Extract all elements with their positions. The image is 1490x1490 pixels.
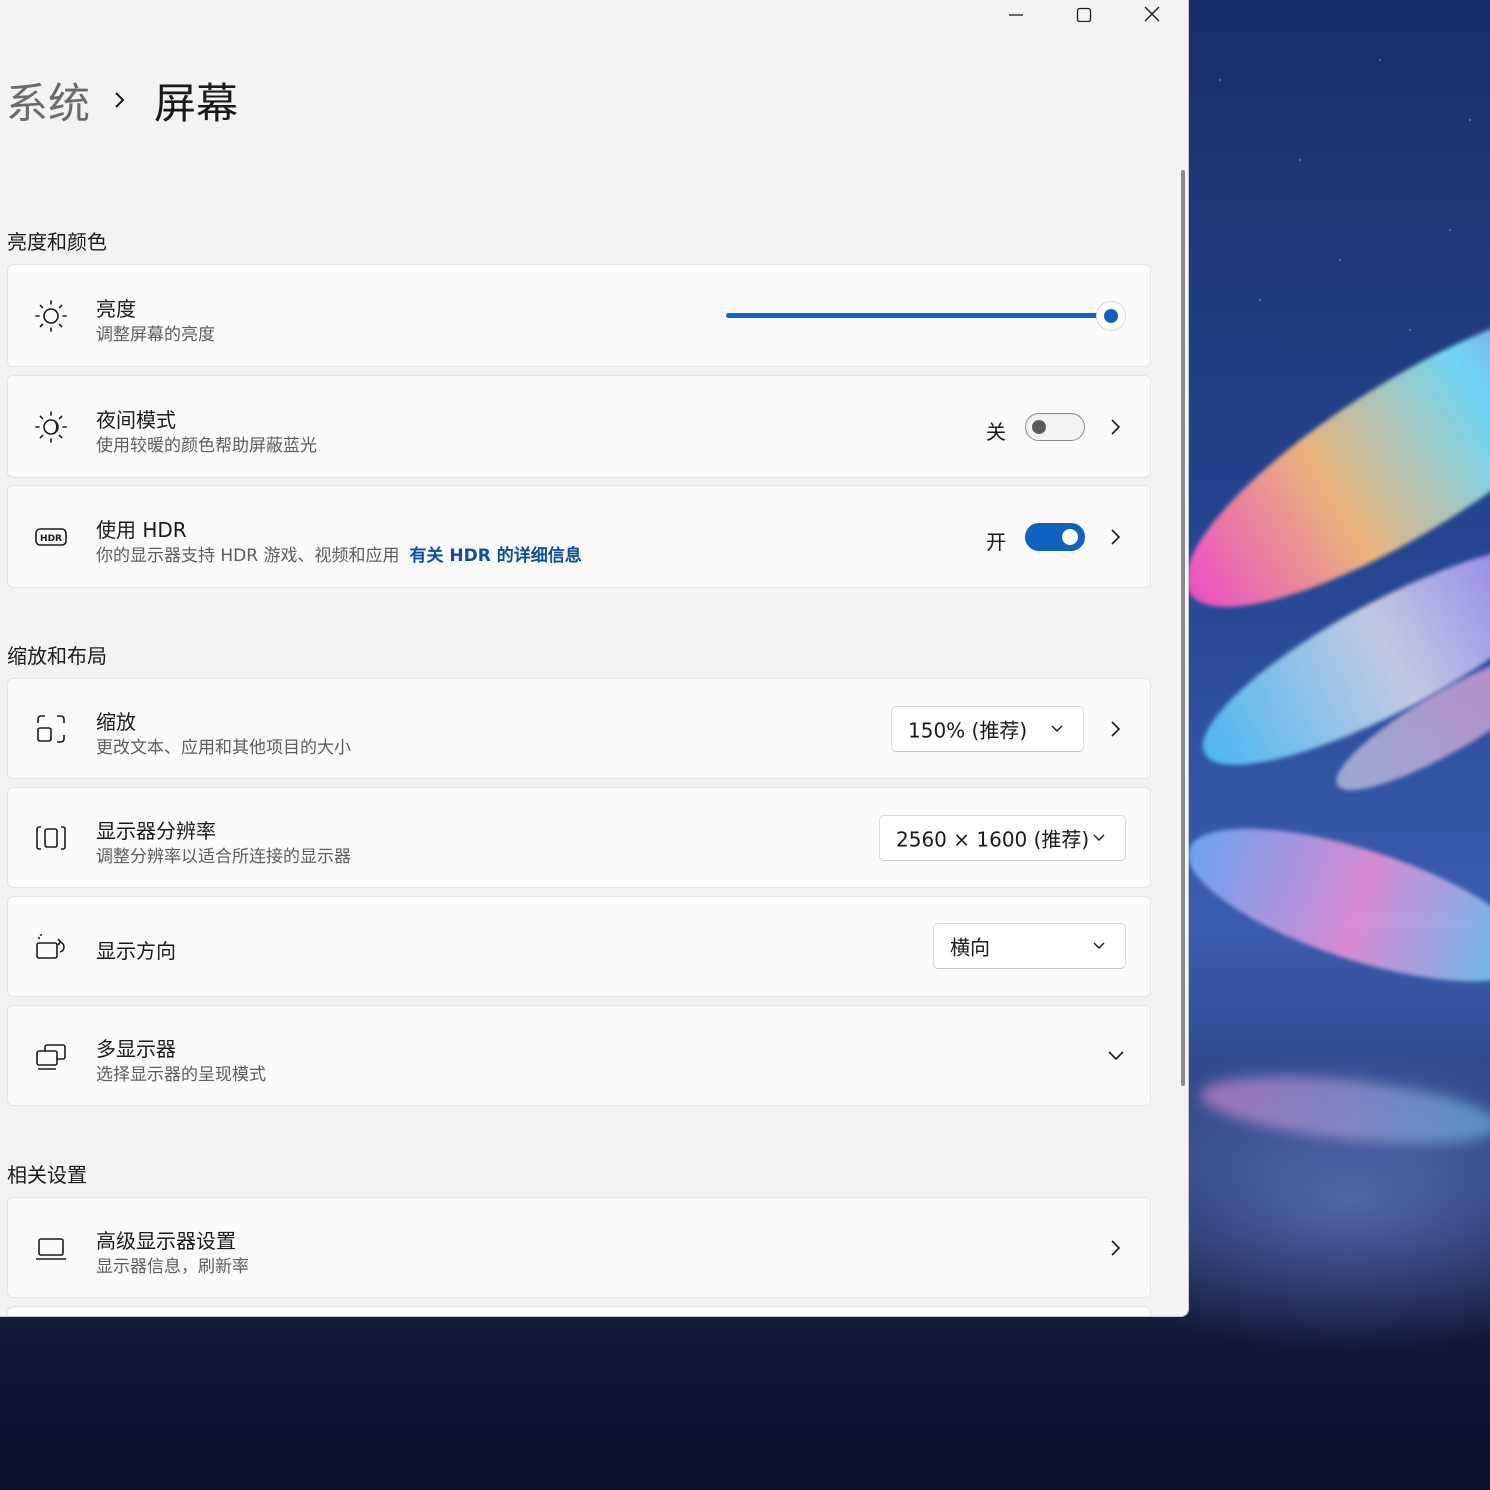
night-light-subtitle: 使用较暖的颜色帮助屏蔽蓝光 [96,436,317,456]
resolution-card: 显示器分辨率 调整分辨率以适合所连接的显示器 2560 × 1600 (推荐) [7,787,1151,888]
chevron-right-icon[interactable] [1104,717,1128,741]
toggle-knob [1032,420,1046,434]
maximize-button[interactable] [1050,0,1118,28]
multi-display-subtitle: 选择显示器的呈现模式 [96,1065,266,1085]
chevron-right-icon[interactable] [1104,415,1128,439]
brightness-slider-thumb[interactable] [1096,301,1126,331]
brightness-card: 亮度 调整屏幕的亮度 [7,264,1151,367]
night-light-title: 夜间模式 [96,408,176,432]
night-light-toggle[interactable] [1025,413,1085,441]
scale-title: 缩放 [96,710,136,734]
resolution-dropdown[interactable]: 2560 × 1600 (推荐) [879,815,1126,861]
vertical-scrollbar[interactable] [1181,170,1185,1086]
brightness-subtitle: 调整屏幕的亮度 [96,325,215,345]
brightness-title: 亮度 [96,297,136,321]
hdr-subtitle-row: 你的显示器支持 HDR 游戏、视频和应用 有关 HDR 的详细信息 [96,541,582,566]
slider-thumb-dot [1104,309,1118,323]
night-light-state-label: 关 [986,420,1006,444]
scale-subtitle: 更改文本、应用和其他项目的大小 [96,738,351,758]
orientation-card: 显示方向 横向 [7,896,1151,997]
scale-dropdown[interactable]: 150% (推荐) [891,706,1084,752]
orientation-icon [34,930,68,964]
resolution-icon [34,821,68,855]
night-light-card[interactable]: 夜间模式 使用较暖的颜色帮助屏蔽蓝光 关 [7,375,1151,478]
brightness-slider-track[interactable] [726,313,1104,318]
scale-icon [34,712,68,746]
settings-window: 系统 屏幕 亮度和颜色 亮度 调整屏幕的亮度 夜间模式 使用较暖的颜色帮助屏蔽蓝… [0,0,1189,1317]
resolution-subtitle: 调整分辨率以适合所连接的显示器 [96,847,351,867]
page-title: 屏幕 [154,78,239,128]
hdr-toggle[interactable] [1025,523,1085,551]
hdr-subtitle: 你的显示器支持 HDR 游戏、视频和应用 [96,546,400,566]
sun-icon [34,299,68,333]
close-icon [1144,6,1160,22]
orientation-dropdown-value: 横向 [950,935,990,960]
toggle-knob [1062,529,1078,545]
maximize-icon [1076,7,1092,22]
laptop-icon [34,1231,68,1265]
advanced-display-title: 高级显示器设置 [96,1229,236,1253]
chevron-right-icon[interactable] [1104,525,1128,549]
breadcrumb: 系统 屏幕 [6,70,238,130]
chevron-down-icon [1049,721,1065,737]
hdr-card[interactable]: HDR 使用 HDR 你的显示器支持 HDR 游戏、视频和应用 有关 HDR 的详… [7,485,1151,588]
scale-card[interactable]: 缩放 更改文本、应用和其他项目的大小 150% (推荐) [7,678,1151,779]
hdr-state-label: 开 [986,530,1006,554]
chevron-right-icon [112,89,128,111]
advanced-display-card[interactable]: 高级显示器设置 显示器信息，刷新率 [7,1197,1151,1298]
resolution-dropdown-value: 2560 × 1600 (推荐) [896,827,1090,852]
chevron-down-icon [1091,830,1107,846]
resolution-title: 显示器分辨率 [96,819,216,843]
orientation-dropdown[interactable]: 横向 [933,923,1126,969]
minimize-icon [1009,14,1023,16]
scale-dropdown-value: 150% (推荐) [908,718,1028,743]
multi-display-icon [34,1039,68,1073]
chevron-down-icon [1091,938,1107,954]
breadcrumb-parent[interactable]: 系统 [6,70,90,131]
close-button[interactable] [1118,0,1186,28]
advanced-display-subtitle: 显示器信息，刷新率 [96,1257,249,1277]
multi-display-card[interactable]: 多显示器 选择显示器的呈现模式 [7,1005,1151,1106]
orientation-title: 显示方向 [96,939,176,963]
night-light-icon [34,410,68,444]
chevron-down-icon[interactable] [1104,1044,1128,1068]
chevron-right-icon[interactable] [1104,1236,1128,1260]
hdr-learn-more-link[interactable]: 有关 HDR 的详细信息 [410,546,582,566]
minimize-button[interactable] [982,0,1050,28]
multi-display-title: 多显示器 [96,1037,176,1061]
hdr-title: 使用 HDR [96,518,187,542]
next-card-partial[interactable] [7,1306,1151,1316]
svg-text:HDR: HDR [40,534,62,544]
section-title-related: 相关设置 [7,1163,87,1187]
section-title-brightness-color: 亮度和颜色 [7,230,107,254]
hdr-icon: HDR [34,520,68,554]
section-title-scale-layout: 缩放和布局 [7,644,107,668]
